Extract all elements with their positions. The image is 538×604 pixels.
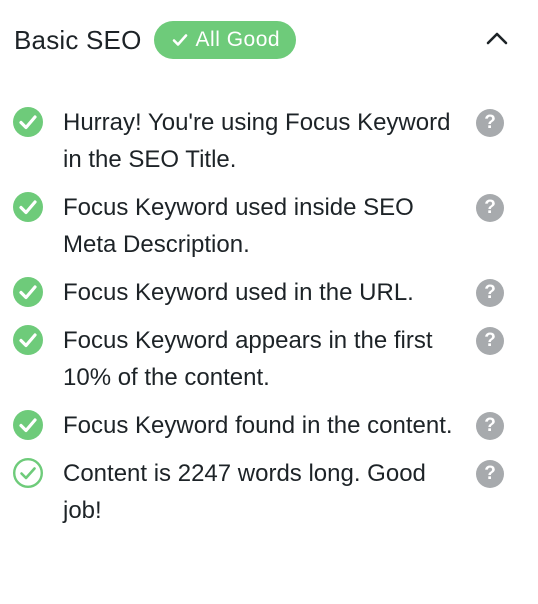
help-icon[interactable]: ?	[476, 194, 504, 222]
check-circle-icon	[13, 192, 43, 222]
help-icon[interactable]: ?	[476, 412, 504, 440]
check-circle-icon	[13, 325, 43, 355]
panel-title: Basic SEO	[14, 24, 142, 55]
seo-check-text: Hurray! You're using Focus Keyword in th…	[63, 109, 451, 173]
check-icon	[172, 34, 187, 46]
seo-check-item: Content is 2247 words long. Good job! ?	[12, 455, 512, 529]
status-badge: All Good	[153, 21, 297, 59]
seo-check-text: Focus Keyword found in the content.	[63, 412, 453, 439]
help-icon[interactable]: ?	[476, 279, 504, 307]
check-circle-icon	[13, 410, 43, 440]
seo-check-text: Focus Keyword appears in the first 10% o…	[63, 327, 433, 391]
check-circle-icon	[13, 277, 43, 307]
seo-check-item: Focus Keyword used in the URL. ?	[12, 274, 512, 311]
help-icon[interactable]: ?	[476, 460, 504, 488]
check-circle-outline-icon	[12, 457, 44, 489]
seo-check-text: Focus Keyword used in the URL.	[63, 279, 414, 306]
panel-header[interactable]: Basic SEO All Good	[14, 20, 524, 60]
status-badge-label: All Good	[195, 28, 281, 51]
seo-check-item: Focus Keyword appears in the first 10% o…	[12, 322, 512, 396]
seo-check-item: Focus Keyword used inside SEO Meta Descr…	[12, 189, 512, 263]
collapse-toggle-button[interactable]	[484, 28, 510, 48]
basic-seo-panel: Basic SEO All Good Hurray! You're using …	[0, 0, 538, 604]
help-icon[interactable]: ?	[476, 327, 504, 355]
seo-check-text: Content is 2247 words long. Good job!	[63, 460, 426, 524]
seo-check-list: Hurray! You're using Focus Keyword in th…	[12, 104, 512, 540]
seo-check-item: Hurray! You're using Focus Keyword in th…	[12, 104, 512, 178]
check-circle-icon	[13, 107, 43, 137]
seo-check-text: Focus Keyword used inside SEO Meta Descr…	[63, 194, 414, 258]
help-icon[interactable]: ?	[476, 109, 504, 137]
seo-check-item: Focus Keyword found in the content. ?	[12, 407, 512, 444]
chevron-up-icon	[486, 32, 508, 45]
